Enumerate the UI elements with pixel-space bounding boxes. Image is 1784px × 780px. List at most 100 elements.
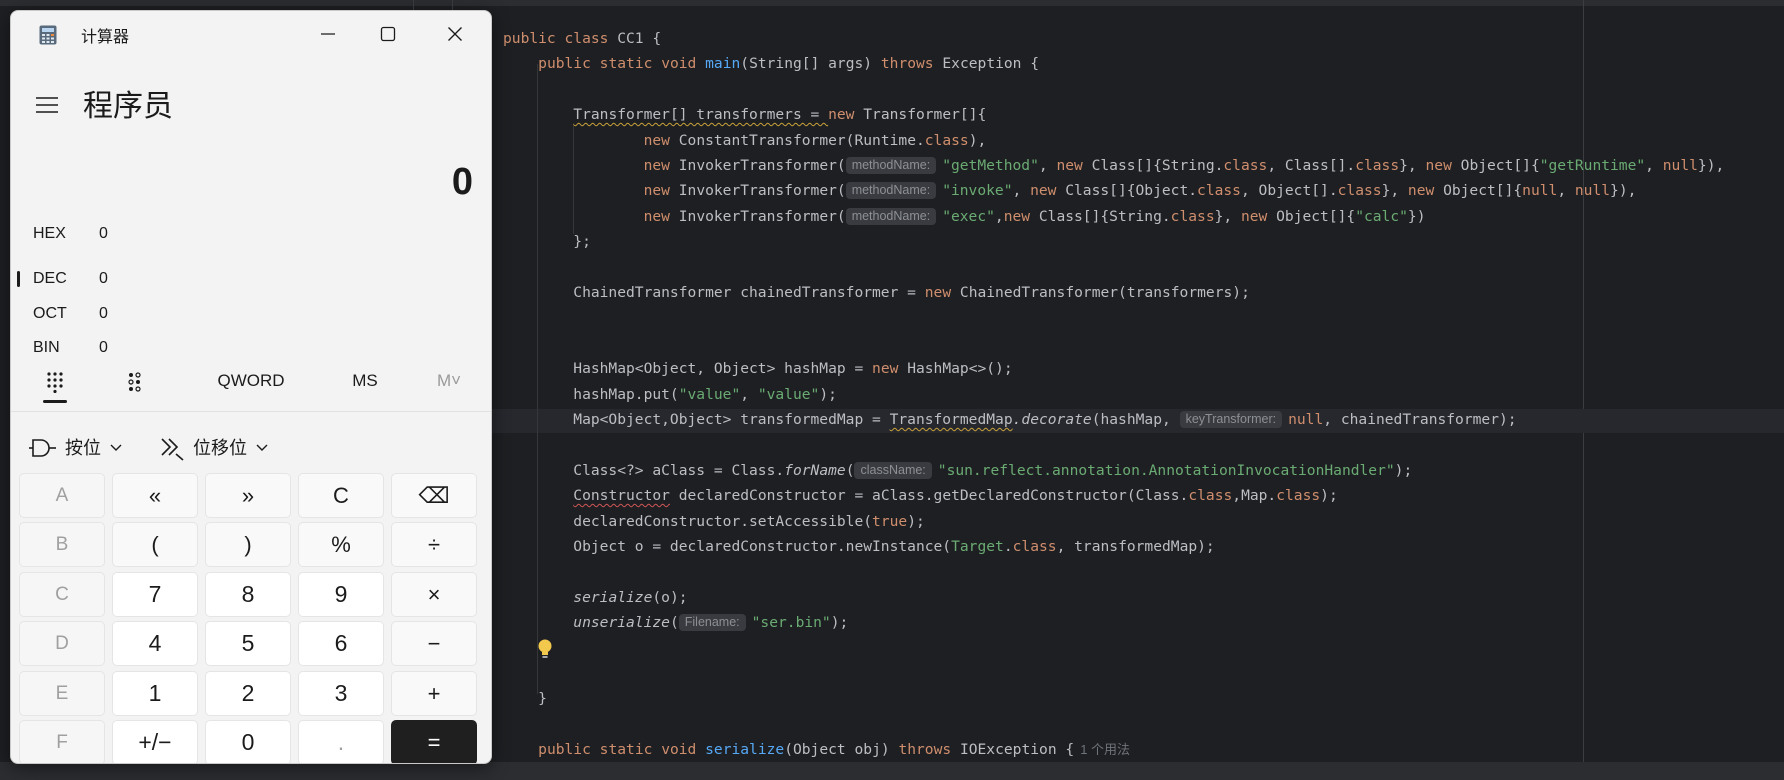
code-line[interactable]: Class<?> aClass = Class.forName(classNam… bbox=[503, 459, 1412, 483]
key-symbol-13[interactable]: % bbox=[298, 522, 384, 567]
code-token: null bbox=[1574, 182, 1611, 200]
code-line[interactable]: public static void serialize(Object obj)… bbox=[503, 738, 1130, 762]
hamburger-menu-icon[interactable] bbox=[33, 91, 61, 119]
key-symbol-34[interactable]: − bbox=[391, 621, 477, 666]
code-line[interactable]: new InvokerTransformer(methodName: "getMe… bbox=[503, 154, 1724, 178]
key-7[interactable]: 7 bbox=[112, 572, 198, 617]
code-line[interactable]: Transformer[] transformers = new Transfo… bbox=[503, 103, 986, 127]
close-button[interactable] bbox=[427, 15, 483, 53]
key-symbol-14[interactable]: ÷ bbox=[391, 522, 477, 567]
code-line[interactable]: } bbox=[503, 687, 547, 711]
key-hex-c[interactable]: C bbox=[19, 572, 105, 617]
key-hex-f[interactable]: F bbox=[19, 720, 105, 763]
key-symbol-12[interactable]: ) bbox=[205, 522, 291, 567]
key-hex-a[interactable]: A bbox=[19, 473, 105, 518]
key-9[interactable]: 9 bbox=[298, 572, 384, 617]
key-symbol-51[interactable]: +/− bbox=[112, 720, 198, 763]
lightbulb-icon[interactable] bbox=[536, 638, 554, 660]
key-symbol-24[interactable]: × bbox=[391, 572, 477, 617]
code-token: unserialize bbox=[573, 614, 670, 632]
key-symbol-01[interactable]: « bbox=[112, 473, 198, 518]
code-token: hashMap.put( bbox=[503, 385, 679, 403]
code-token: throws bbox=[880, 55, 943, 73]
key-symbol-04[interactable]: ⌫ bbox=[391, 473, 477, 518]
minimize-button[interactable] bbox=[300, 15, 356, 53]
key-5[interactable]: 5 bbox=[205, 621, 291, 666]
parameter-hint: methodName: bbox=[845, 157, 937, 174]
parameter-hint: methodName: bbox=[845, 182, 937, 200]
calculator-app-icon bbox=[39, 25, 57, 45]
code-line[interactable]: Map<Object,Object> transformedMap = Tran… bbox=[503, 408, 1517, 432]
bitwise-label: 按位 bbox=[65, 438, 101, 458]
code-line[interactable]: hashMap.put("value", "value"); bbox=[503, 383, 837, 407]
key-2[interactable]: 2 bbox=[205, 671, 291, 716]
key-symbol-53[interactable]: . bbox=[298, 720, 384, 763]
editor-scrollbar[interactable] bbox=[0, 762, 1784, 780]
key-symbol-44[interactable]: + bbox=[391, 671, 477, 716]
bitwise-dropdown[interactable]: 按位 bbox=[29, 431, 123, 465]
code-line[interactable]: }; bbox=[503, 230, 591, 254]
code-line[interactable]: ChainedTransformer chainedTransformer = … bbox=[503, 281, 1250, 305]
code-token: class bbox=[564, 30, 618, 47]
code-line[interactable]: public static void main(String[] args) t… bbox=[503, 52, 1039, 76]
code-token: static bbox=[599, 741, 662, 759]
code-line[interactable]: new InvokerTransformer(methodName: "invok… bbox=[503, 179, 1636, 203]
key-hex-d[interactable]: D bbox=[19, 621, 105, 666]
key-symbol-54[interactable]: = bbox=[391, 720, 477, 763]
code-token: new bbox=[643, 131, 679, 149]
key-3[interactable]: 3 bbox=[298, 671, 384, 716]
code-line[interactable]: Constructor declaredConstructor = aClass… bbox=[503, 484, 1337, 508]
code-token: class bbox=[1197, 182, 1241, 200]
code-token: Target bbox=[951, 538, 1004, 555]
key-6[interactable]: 6 bbox=[298, 621, 384, 666]
code-line[interactable]: declaredConstructor.setAccessible(true); bbox=[503, 510, 924, 534]
bitshift-label: 位移位 bbox=[193, 438, 247, 458]
code-token: ); bbox=[819, 385, 837, 403]
window-title: 计算器 bbox=[81, 29, 130, 46]
code-line[interactable]: Object o = declaredConstructor.newInstan… bbox=[503, 535, 1214, 559]
code-token: (o); bbox=[652, 588, 688, 606]
mode-title: 程序员 bbox=[83, 90, 173, 123]
code-token: true bbox=[872, 512, 908, 530]
key-symbol-02[interactable]: » bbox=[205, 473, 291, 518]
code-token: class bbox=[1188, 487, 1233, 505]
code-line[interactable]: public class CC1 { bbox=[503, 27, 661, 51]
title-bar[interactable]: 计算器 bbox=[11, 11, 491, 57]
key-c[interactable]: C bbox=[298, 473, 384, 518]
key-symbol-11[interactable]: ( bbox=[112, 522, 198, 567]
code-token: HashMap<>(); bbox=[907, 360, 1013, 378]
code-token: public bbox=[538, 741, 600, 759]
code-line[interactable]: unserialize(Filename: "ser.bin"); bbox=[503, 611, 848, 635]
calculator-window[interactable]: 计算器 程序员 0 HEX 0 DEC 0 OCT 0 BIN 0 QWORD … bbox=[10, 10, 492, 764]
code-line[interactable]: HashMap<Object, Object> hashMap = new Ha… bbox=[503, 357, 1013, 381]
code-line[interactable]: serialize(o); bbox=[503, 586, 688, 610]
code-token: CC1 { bbox=[617, 30, 662, 47]
code-token: throws bbox=[898, 741, 960, 759]
code-line[interactable]: new InvokerTransformer(methodName: "exec"… bbox=[503, 205, 1426, 229]
key-1[interactable]: 1 bbox=[112, 671, 198, 716]
bitshift-dropdown[interactable]: 位移位 bbox=[159, 431, 269, 465]
key-hex-e[interactable]: E bbox=[19, 671, 105, 716]
code-token: class bbox=[1012, 538, 1057, 555]
maximize-button[interactable] bbox=[360, 15, 416, 53]
bit-toggle-keypad-icon[interactable] bbox=[125, 371, 145, 393]
memory-dropdown-button[interactable]: M˅ bbox=[429, 365, 469, 397]
key-hex-b[interactable]: B bbox=[19, 522, 105, 567]
key-0[interactable]: 0 bbox=[205, 720, 291, 763]
full-keypad-icon[interactable] bbox=[45, 371, 65, 393]
key-8[interactable]: 8 bbox=[205, 572, 291, 617]
key-4[interactable]: 4 bbox=[112, 621, 198, 666]
word-size-button[interactable]: QWORD bbox=[211, 365, 291, 397]
code-token: main bbox=[705, 55, 741, 73]
memory-store-button[interactable]: MS bbox=[345, 365, 385, 397]
code-line[interactable]: new ConstantTransformer(Runtime.class), bbox=[503, 129, 987, 153]
code-token: new bbox=[872, 360, 908, 378]
code-token: , bbox=[1645, 157, 1663, 174]
code-token: new bbox=[1056, 157, 1092, 174]
base-name: DEC bbox=[33, 270, 67, 287]
right-margin-guide bbox=[1583, 0, 1584, 762]
